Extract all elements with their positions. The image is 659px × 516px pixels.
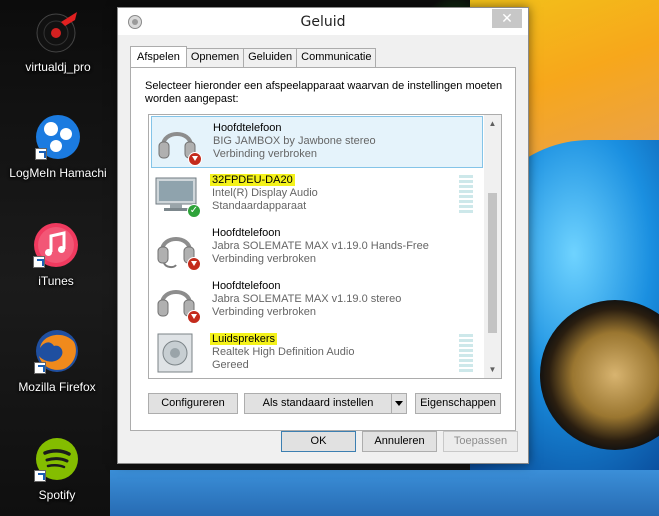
playback-tab-page: Selecteer hieronder een afspeelapparaat … — [130, 67, 516, 431]
properties-button[interactable]: Eigenschappen — [415, 393, 501, 414]
volume-level-meter — [459, 175, 473, 215]
desktop-icon-hamachi[interactable]: LogMeIn Hamachi — [8, 114, 108, 180]
desktop-icon-label: Mozilla Firefox — [18, 380, 96, 394]
playback-device-list[interactable]: Hoofdtelefoon BIG JAMBOX by Jawbone ster… — [148, 114, 502, 379]
device-item[interactable]: Luidsprekers Realtek High Definition Aud… — [151, 328, 483, 378]
dialog-title: Geluid — [300, 14, 346, 30]
shortcut-arrow-icon — [35, 148, 47, 160]
ok-button[interactable]: OK — [281, 431, 356, 452]
device-status: Gereed — [212, 359, 249, 371]
device-description: Jabra SOLEMATE MAX v1.19.0 stereo — [212, 293, 402, 305]
shortcut-arrow-icon — [33, 256, 45, 268]
tab-communicatie[interactable]: Communicatie — [296, 48, 377, 67]
device-name: Hoofdtelefoon — [213, 122, 282, 134]
device-item[interactable]: ✓ 32FPDEU-DA20 Intel(R) Display Audio St… — [151, 169, 483, 221]
desktop-icon-label: virtualdj_pro — [25, 60, 91, 74]
device-description: Jabra SOLEMATE MAX v1.19.0 Hands-Free — [212, 240, 429, 252]
wallpaper-ground — [110, 470, 659, 516]
device-description: BIG JAMBOX by Jawbone stereo — [213, 135, 376, 147]
device-name: Hoofdtelefoon — [212, 227, 281, 239]
desktop-icon-virtualdj[interactable]: virtualdj_pro — [8, 8, 108, 74]
dropdown-arrow-icon[interactable] — [391, 394, 406, 413]
configure-button[interactable]: Configureren — [148, 393, 238, 414]
default-check-icon: ✓ — [187, 204, 201, 218]
desktop-icon-label: Spotify — [38, 488, 76, 502]
device-item[interactable]: Hoofdtelefoon BIG JAMBOX by Jawbone ster… — [151, 116, 483, 168]
disconnected-icon — [187, 257, 201, 271]
desktop-icon-label: iTunes — [38, 274, 74, 288]
device-list-scrollbar[interactable]: ▲ ▼ — [484, 115, 501, 378]
speaker-icon — [154, 331, 198, 375]
spotify-icon — [34, 436, 80, 482]
device-status: Verbinding verbroken — [212, 306, 316, 318]
scroll-down-arrow-icon[interactable]: ▼ — [484, 361, 501, 378]
tab-geluiden[interactable]: Geluiden — [243, 48, 298, 67]
device-status: Verbinding verbroken — [212, 253, 316, 265]
volume-level-meter — [459, 334, 473, 374]
firefox-icon — [34, 328, 80, 374]
disconnected-icon — [188, 152, 202, 166]
device-item[interactable]: Hoofdtelefoon Jabra SOLEMATE MAX v1.19.0… — [151, 275, 483, 327]
tab-afspelen[interactable]: Afspelen — [130, 46, 187, 67]
close-button[interactable]: ✕ — [492, 9, 522, 28]
cancel-button[interactable]: Annuleren — [362, 431, 437, 452]
hamachi-icon — [35, 114, 81, 160]
shortcut-arrow-icon — [34, 470, 46, 482]
virtualdj-icon — [35, 8, 81, 54]
device-name: 32FPDEU-DA20 — [210, 174, 295, 186]
desktop-icon-firefox[interactable]: Mozilla Firefox — [7, 328, 107, 394]
desktop-icon-label: LogMeIn Hamachi — [9, 166, 107, 180]
device-name: Hoofdtelefoon — [212, 280, 281, 292]
set-default-split-button[interactable]: Als standaard instellen — [244, 393, 407, 414]
device-name: Luidsprekers — [210, 333, 277, 345]
scroll-up-arrow-icon[interactable]: ▲ — [484, 115, 501, 132]
instruction-text: Selecteer hieronder een afspeelapparaat … — [145, 80, 503, 105]
tab-strip: Afspelen Opnemen Geluiden Communicatie — [130, 46, 377, 67]
sound-dialog: Geluid ✕ Afspelen Opnemen Geluiden Commu… — [117, 7, 529, 464]
apply-button[interactable]: Toepassen — [443, 431, 518, 452]
device-status: Verbinding verbroken — [213, 148, 317, 160]
scroll-thumb[interactable] — [488, 193, 497, 333]
shortcut-arrow-icon — [34, 362, 46, 374]
device-status: Standaardapparaat — [212, 200, 307, 212]
disconnected-icon — [187, 310, 201, 324]
device-description: Realtek High Definition Audio — [212, 346, 355, 358]
set-default-label: Als standaard instellen — [262, 397, 374, 409]
itunes-icon — [33, 222, 79, 268]
desktop-icon-spotify[interactable]: Spotify — [7, 436, 107, 502]
device-description: Intel(R) Display Audio — [212, 187, 318, 199]
tab-opnemen[interactable]: Opnemen — [185, 48, 245, 67]
title-bar[interactable]: Geluid ✕ — [118, 8, 528, 35]
device-item[interactable]: Hoofdtelefoon Jabra SOLEMATE MAX v1.19.0… — [151, 222, 483, 274]
desktop-icon-itunes[interactable]: iTunes — [6, 222, 106, 288]
